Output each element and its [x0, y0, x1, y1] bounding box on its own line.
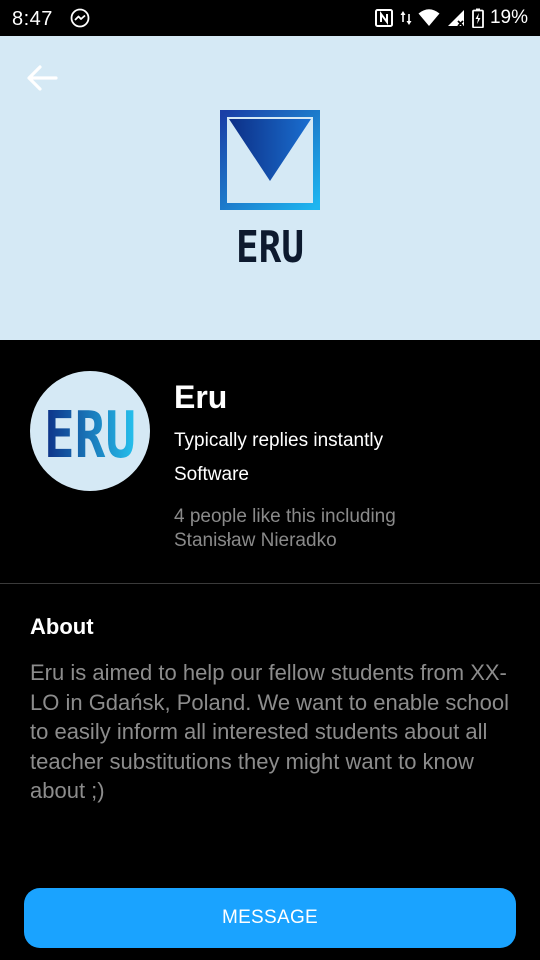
- message-button[interactable]: MESSAGE: [24, 888, 516, 948]
- status-time: 8:47: [12, 8, 53, 30]
- section-divider: [0, 583, 540, 584]
- likes-friend-name[interactable]: Stanisław Nieradko: [174, 530, 337, 552]
- cover-logo-text: ERU: [236, 222, 304, 270]
- cover-header: ERU: [0, 36, 540, 340]
- wifi-icon: [418, 8, 440, 28]
- status-bar: 8:47 19%: [0, 0, 540, 36]
- nfc-icon: [374, 8, 394, 28]
- page-title: Eru: [174, 379, 228, 415]
- cell-signal-icon: [446, 8, 466, 28]
- data-arrows-icon: [400, 8, 412, 28]
- battery-percent: 19%: [489, 7, 528, 28]
- back-button[interactable]: [24, 62, 60, 98]
- avatar-logo-text: ERU: [44, 399, 136, 473]
- about-heading: About: [30, 614, 94, 639]
- page-root: 8:47 19% ERU ERU Eru Typically replies i…: [0, 0, 540, 960]
- arrow-left-icon: [26, 64, 58, 97]
- cover-logo: ERU: [220, 110, 320, 273]
- avatar[interactable]: ERU: [30, 371, 150, 491]
- battery-icon: [472, 8, 484, 28]
- about-description: Eru is aimed to help our fellow students…: [30, 660, 509, 803]
- reply-time-text: Typically replies instantly: [174, 430, 384, 451]
- likes-summary: 4 people like this including: [174, 506, 396, 527]
- category-text: Software: [174, 464, 249, 485]
- messenger-icon: [70, 8, 90, 28]
- status-icons: 19%: [374, 7, 528, 29]
